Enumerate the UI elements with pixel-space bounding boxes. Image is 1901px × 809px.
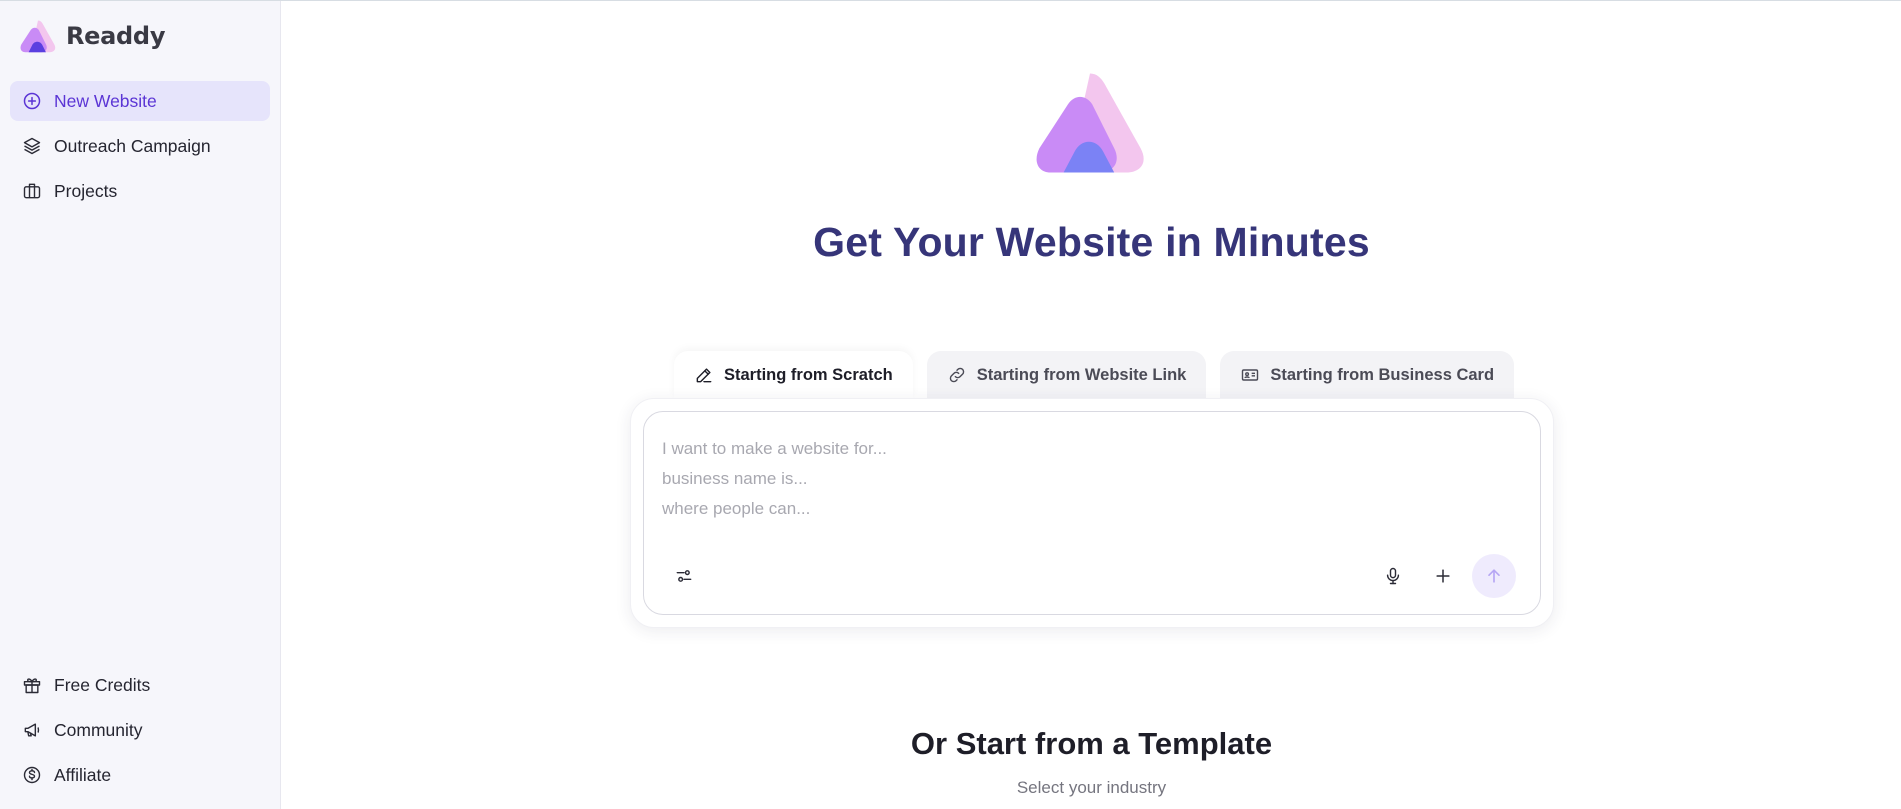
gift-icon [23,678,41,694]
plus-icon [1436,569,1450,583]
page-title: Get Your Website in Minutes [813,219,1370,265]
website-description-input[interactable] [662,434,1512,534]
readdy-logo-icon [20,20,56,53]
start-mode-tabs: Starting from Scratch Starting from Webs… [674,351,1528,399]
dollar-circle-icon [23,766,41,784]
sidebar-item-label: Free Credits [54,674,151,695]
voice-input-button[interactable] [1375,558,1411,594]
sidebar-item-new-website[interactable]: New Website [10,81,270,121]
sidebar-item-free-credits[interactable]: Free Credits [10,665,270,705]
sidebar-item-projects[interactable]: Projects [10,171,270,211]
sidebar-item-label: New Website [54,90,157,111]
link-icon [949,367,964,383]
sidebar-item-label: Affiliate [54,764,112,785]
megaphone-icon [24,723,40,737]
settings-button[interactable] [666,558,702,594]
composer [643,411,1541,615]
sidebar-item-label: Projects [54,180,118,201]
tab-starting-from-website-link[interactable]: Starting from Website Link [926,351,1207,399]
sidebar-nav-primary: New Website Outreach Campaign Projects [10,81,270,216]
microphone-icon [1386,567,1400,585]
plus-circle-icon [23,92,41,110]
tab-label: Starting from Website Link [976,365,1187,384]
arrow-up-icon [1488,569,1500,583]
tab-starting-from-scratch[interactable]: Starting from Scratch [674,351,913,399]
id-card-icon [1242,369,1259,381]
readdy-hero-logo-icon [1036,73,1144,173]
brand[interactable]: Readdy [20,19,165,53]
layers-icon [23,137,41,155]
template-section-title: Or Start from a Template [910,726,1273,761]
template-section-subtitle: Select your industry [1016,778,1167,797]
sidebar-item-label: Community [54,719,143,740]
tab-label: Starting from Business Card [1270,365,1495,384]
submit-button[interactable] [1472,554,1516,598]
briefcase-icon [23,183,41,199]
sidebar-item-affiliate[interactable]: Affiliate [10,755,270,795]
sidebar-item-outreach-campaign[interactable]: Outreach Campaign [10,126,270,166]
add-attachment-button[interactable] [1425,558,1461,594]
sidebar-item-label: Outreach Campaign [54,135,211,156]
main-content: Get Your Website in Minutes Starting fro… [282,1,1901,809]
sidebar: Readdy New Website Outreach Campaign Pro… [0,1,281,809]
composer-card [630,398,1554,628]
sliders-icon [676,570,692,582]
brand-name: Readdy [66,22,166,50]
pencil-icon [696,368,712,383]
tab-label: Starting from Scratch [724,365,893,384]
sidebar-item-community[interactable]: Community [10,710,270,750]
sidebar-nav-secondary: Free Credits Community Affiliate [10,665,270,800]
tab-starting-from-business-card[interactable]: Starting from Business Card [1220,351,1515,399]
